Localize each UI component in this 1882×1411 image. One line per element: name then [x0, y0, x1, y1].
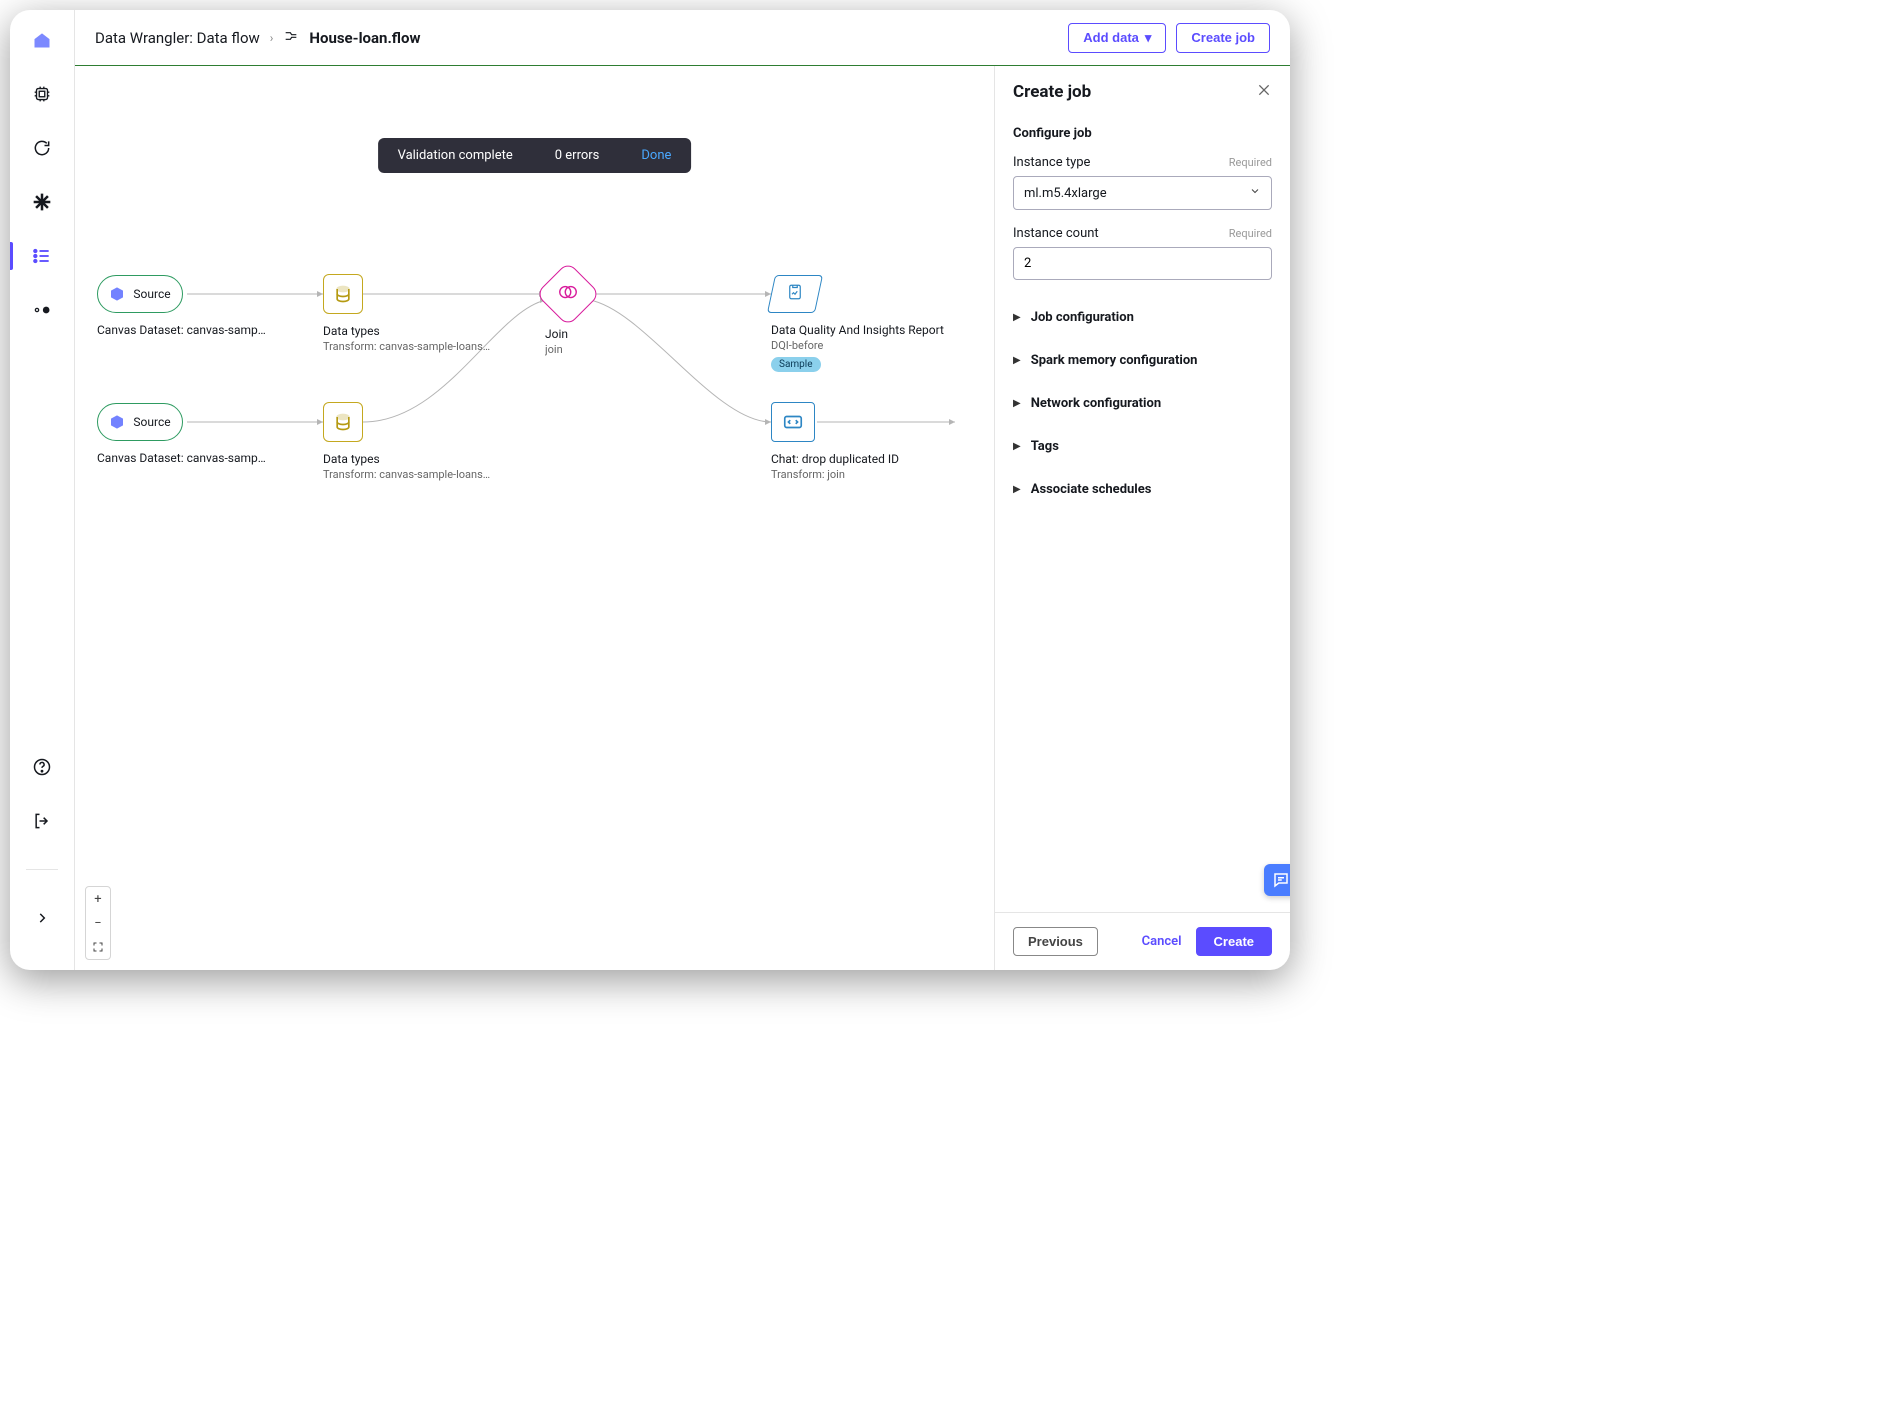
panel-title: Create job	[1013, 82, 1091, 102]
node-types-2-sub: Transform: canvas-sample-loans-part-…	[323, 468, 493, 481]
instance-count-label: Instance count	[1013, 226, 1099, 241]
instance-type-required: Required	[1229, 156, 1272, 169]
node-join[interactable]: Join join	[545, 271, 745, 356]
zoom-out-button[interactable]: −	[86, 911, 110, 935]
topbar: Data Wrangler: Data flow › House-loan.fl…	[75, 10, 1290, 66]
caret-right-icon: ▶	[1013, 484, 1021, 495]
accordion-tags[interactable]: ▶ Tags	[1013, 425, 1272, 468]
caret-down-icon: ▾	[1145, 30, 1152, 46]
left-nav	[10, 10, 75, 970]
node-source-1[interactable]: Source Canvas Dataset: canvas-sample-loa…	[97, 275, 297, 337]
node-chat-sub: Transform: join	[771, 468, 941, 481]
accordion-spark[interactable]: ▶ Spark memory configuration	[1013, 339, 1272, 382]
dots-icon[interactable]	[30, 298, 54, 322]
close-icon[interactable]	[1256, 82, 1272, 102]
chat-fab[interactable]	[1264, 864, 1290, 896]
list-icon[interactable]	[30, 244, 54, 268]
main: Data Wrangler: Data flow › House-loan.fl…	[75, 10, 1290, 970]
node-types-2[interactable]: Data types Transform: canvas-sample-loan…	[323, 402, 523, 481]
database-icon	[333, 284, 353, 304]
add-data-button[interactable]: Add data ▾	[1068, 23, 1166, 53]
node-join-sub: join	[545, 343, 715, 356]
zoom-in-button[interactable]: +	[86, 887, 110, 911]
create-job-button[interactable]: Create job	[1176, 23, 1270, 53]
add-data-label: Add data	[1083, 30, 1139, 45]
node-types-1-sub: Transform: canvas-sample-loans-part-…	[323, 340, 493, 353]
instance-type-label: Instance type	[1013, 155, 1090, 170]
logout-icon[interactable]	[30, 809, 54, 833]
chevron-right-icon: ›	[270, 31, 274, 45]
home-icon[interactable]	[30, 28, 54, 52]
venn-icon	[557, 281, 579, 307]
node-source-1-label: Source	[133, 287, 170, 301]
accordion-schedules-label: Associate schedules	[1031, 482, 1152, 497]
breadcrumb: Data Wrangler: Data flow › House-loan.fl…	[95, 28, 420, 48]
accordion-job-config[interactable]: ▶ Job configuration	[1013, 296, 1272, 339]
caret-right-icon: ▶	[1013, 312, 1021, 323]
node-types-2-title: Data types	[323, 452, 493, 466]
instance-type-value: ml.m5.4xlarge	[1024, 186, 1107, 201]
accordion-spark-label: Spark memory configuration	[1031, 353, 1198, 368]
zoom-controls: + −	[85, 886, 111, 960]
toast-done-button[interactable]: Done	[641, 148, 671, 163]
node-join-title: Join	[545, 327, 715, 341]
node-source-2[interactable]: Source Canvas Dataset: canvas-sample-loa…	[97, 403, 297, 465]
caret-right-icon: ▶	[1013, 398, 1021, 409]
zoom-fit-button[interactable]	[86, 935, 110, 959]
chevron-down-icon	[1249, 185, 1261, 201]
node-dqi[interactable]: Data Quality And Insights Report DQI-bef…	[771, 275, 971, 372]
cube-icon	[109, 414, 125, 430]
breadcrumb-file[interactable]: House-loan.flow	[309, 29, 420, 47]
instance-count-input-wrap	[1013, 247, 1272, 280]
chip-icon[interactable]	[30, 82, 54, 106]
database-icon	[333, 412, 353, 432]
cancel-button[interactable]: Cancel	[1142, 934, 1182, 949]
accordion-tags-label: Tags	[1031, 439, 1059, 454]
help-icon[interactable]	[30, 755, 54, 779]
configure-job-heading: Configure job	[1013, 126, 1272, 141]
flow-edges	[75, 66, 994, 970]
node-types-1-title: Data types	[323, 324, 493, 338]
expand-nav-icon[interactable]	[30, 906, 54, 930]
caret-right-icon: ▶	[1013, 355, 1021, 366]
node-source-2-label: Source	[133, 415, 170, 429]
caret-right-icon: ▶	[1013, 441, 1021, 452]
accordion-job-config-label: Job configuration	[1031, 310, 1134, 325]
instance-type-select[interactable]: ml.m5.4xlarge	[1013, 176, 1272, 210]
refresh-icon[interactable]	[30, 136, 54, 160]
accordion-schedules[interactable]: ▶ Associate schedules	[1013, 468, 1272, 511]
instance-count-input[interactable]	[1024, 256, 1261, 271]
node-source-2-sub: Canvas Dataset: canvas-sample-loans-…	[97, 451, 267, 465]
node-dqi-sub: DQI-before	[771, 339, 941, 352]
flow-icon	[283, 28, 299, 48]
node-chat-title: Chat: drop duplicated ID	[771, 452, 941, 466]
previous-button[interactable]: Previous	[1013, 927, 1098, 956]
loop-icon	[782, 411, 804, 433]
node-source-1-sub: Canvas Dataset: canvas-sample-loans-…	[97, 323, 267, 337]
create-job-panel: Create job Configure job Instance type R…	[994, 66, 1290, 970]
validation-toast: Validation complete 0 errors Done	[378, 138, 692, 173]
node-dqi-title: Data Quality And Insights Report	[771, 323, 971, 337]
node-chat[interactable]: Chat: drop duplicated ID Transform: join	[771, 402, 971, 481]
accordion-network-label: Network configuration	[1031, 396, 1161, 411]
flow-canvas[interactable]: Validation complete 0 errors Done	[75, 66, 994, 970]
node-types-1[interactable]: Data types Transform: canvas-sample-loan…	[323, 274, 523, 353]
instance-count-required: Required	[1229, 227, 1272, 240]
create-button[interactable]: Create	[1196, 927, 1272, 956]
toast-errors: 0 errors	[555, 148, 600, 163]
toast-message: Validation complete	[398, 148, 513, 163]
asterisk-icon[interactable]	[30, 190, 54, 214]
sample-badge: Sample	[771, 357, 821, 372]
accordion-network[interactable]: ▶ Network configuration	[1013, 382, 1272, 425]
cube-icon	[109, 286, 125, 302]
report-icon	[786, 283, 804, 305]
breadcrumb-root[interactable]: Data Wrangler: Data flow	[95, 29, 260, 47]
